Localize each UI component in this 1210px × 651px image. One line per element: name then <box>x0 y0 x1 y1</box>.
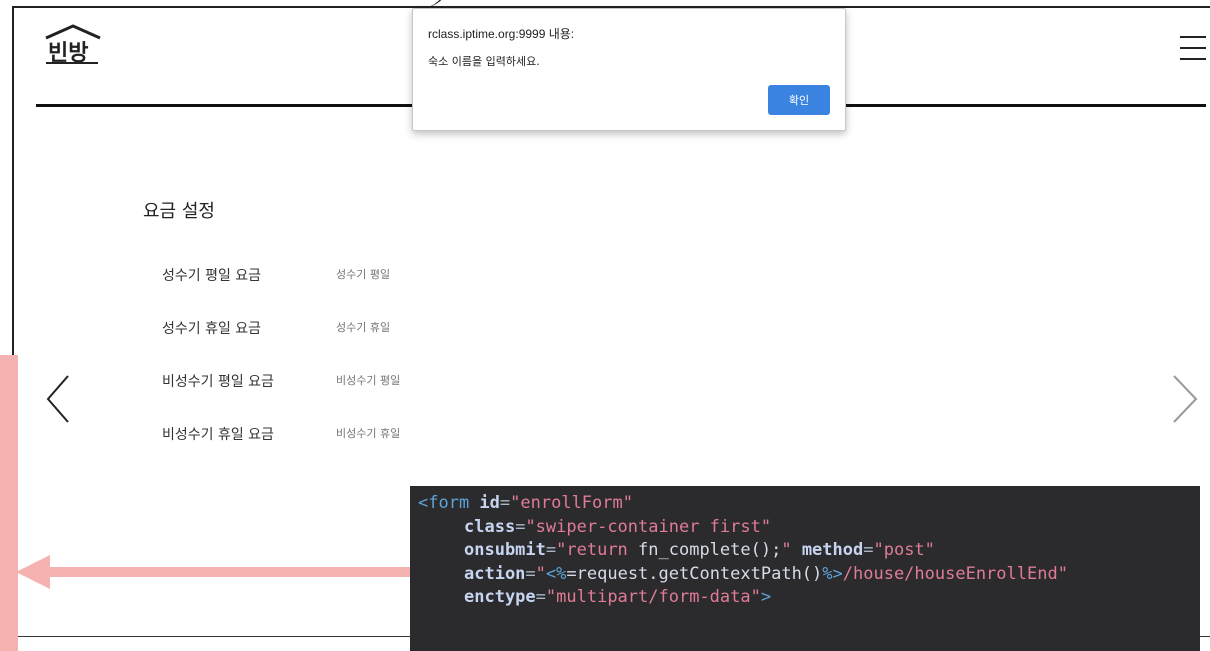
frame-border-bottom <box>12 636 410 637</box>
code-token: "enrollForm" <box>510 493 633 513</box>
code-token: /house/houseEnrollEnd" <box>842 563 1068 584</box>
ok-button[interactable]: 확인 <box>768 85 830 115</box>
code-line: action="<%=request.getContextPath()%>/ho… <box>464 563 1068 584</box>
annotation-arrow-shaft <box>46 567 410 577</box>
code-token: action <box>464 563 526 584</box>
code-token: " <box>781 540 802 560</box>
peak-weekday-fee-input[interactable] <box>336 268 536 281</box>
code-snippet: <form id="enrollForm" class="swiper-conta… <box>410 486 1200 651</box>
fee-section-title: 요금 설정 <box>143 201 215 222</box>
code-line: enctype="multipart/form-data"> <box>464 587 772 607</box>
page: 빈방 요금 설정 성수기 평일 요금 성수기 휴일 요금 비성수기 평일 요금 … <box>0 0 1210 651</box>
frame-border-left <box>12 6 14 356</box>
code-token: enctype <box>464 587 536 607</box>
fee-label-offpeak-weekday: 비성수기 평일 요금 <box>162 374 274 390</box>
header-divider-right <box>844 104 1206 107</box>
code-token: > <box>760 587 772 607</box>
house-logo-icon: 빈방 <box>45 24 101 66</box>
annotation-bar <box>0 355 18 651</box>
code-token: onsubmit <box>464 540 546 560</box>
dialog-title: rclass.iptime.org:9999 내용: <box>428 27 575 41</box>
code-token: "post" <box>873 540 935 560</box>
offpeak-holiday-fee-input[interactable] <box>336 427 536 440</box>
code-token: method <box>801 540 864 560</box>
code-token: <form <box>418 493 480 513</box>
site-logo[interactable]: 빈방 <box>40 22 104 66</box>
dialog-message: 숙소 이름을 입력하세요. <box>428 55 540 68</box>
chevron-right-icon <box>1173 375 1198 423</box>
fee-label-offpeak-holiday: 비성수기 휴일 요금 <box>162 427 274 443</box>
code-line: class="swiper-container first" <box>464 516 772 537</box>
hamburger-menu-icon[interactable] <box>1180 36 1208 62</box>
header-divider-left <box>36 104 412 107</box>
code-token: class <box>464 516 516 537</box>
code-token: fn_complete(); <box>638 540 782 560</box>
fee-label-peak-weekday: 성수기 평일 요금 <box>162 268 262 284</box>
chevron-left-icon <box>46 375 69 423</box>
code-token: %> <box>822 563 843 584</box>
code-token: "return <box>556 540 639 560</box>
code-token: id <box>479 493 500 513</box>
code-line: onsubmit="return fn_complete();" method=… <box>464 540 935 560</box>
next-slide-button[interactable] <box>1170 374 1200 424</box>
fee-label-peak-holiday: 성수기 휴일 요금 <box>162 321 262 337</box>
offpeak-weekday-fee-input[interactable] <box>336 374 536 387</box>
code-token: " <box>535 563 546 584</box>
code-token: "multipart/form-data" <box>545 587 761 607</box>
prev-slide-button[interactable] <box>44 374 74 424</box>
code-line: <form id="enrollForm" <box>418 493 633 513</box>
code-token: <% <box>545 563 567 584</box>
code-token: "swiper-container first" <box>525 516 772 537</box>
alert-dialog: rclass.iptime.org:9999 내용: 숙소 이름을 입력하세요.… <box>412 8 846 131</box>
code-token: =request.getContextPath() <box>566 563 823 584</box>
arrow-left-icon <box>16 555 50 589</box>
peak-holiday-fee-input[interactable] <box>336 321 536 334</box>
